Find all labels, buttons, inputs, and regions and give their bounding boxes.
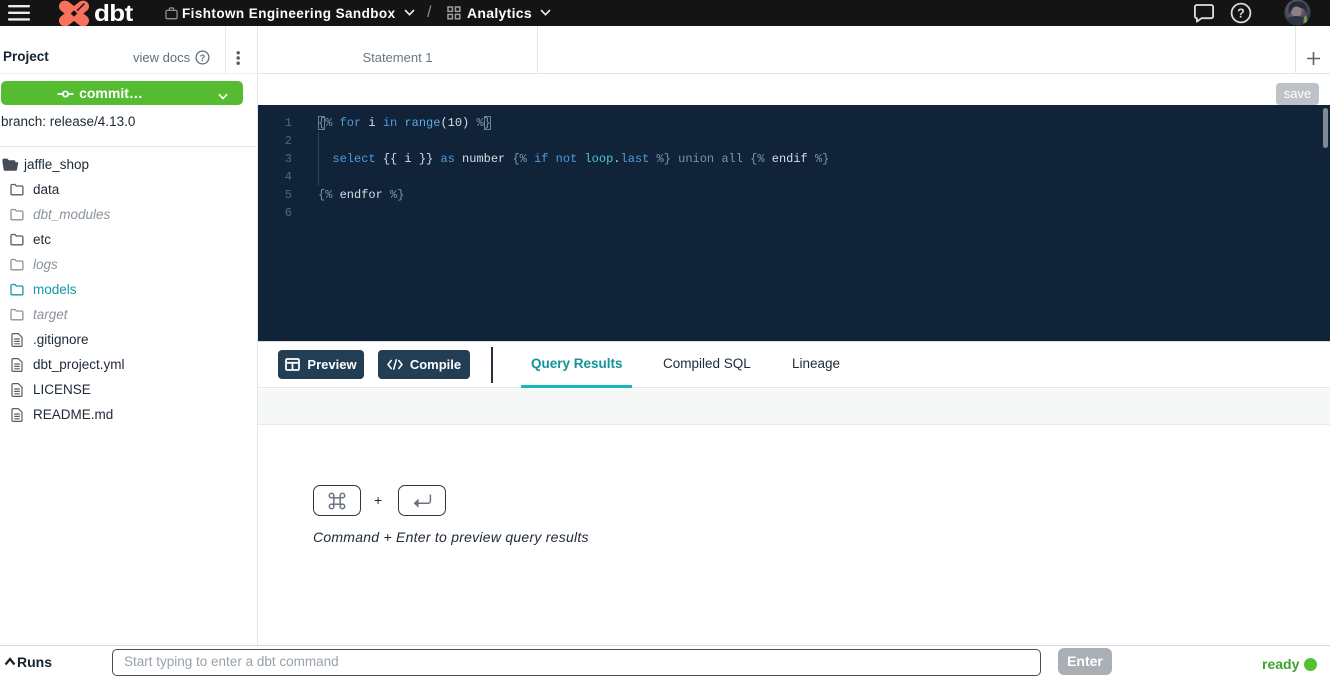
svg-text:?: ? bbox=[1237, 6, 1245, 20]
svg-text:?: ? bbox=[200, 53, 206, 63]
